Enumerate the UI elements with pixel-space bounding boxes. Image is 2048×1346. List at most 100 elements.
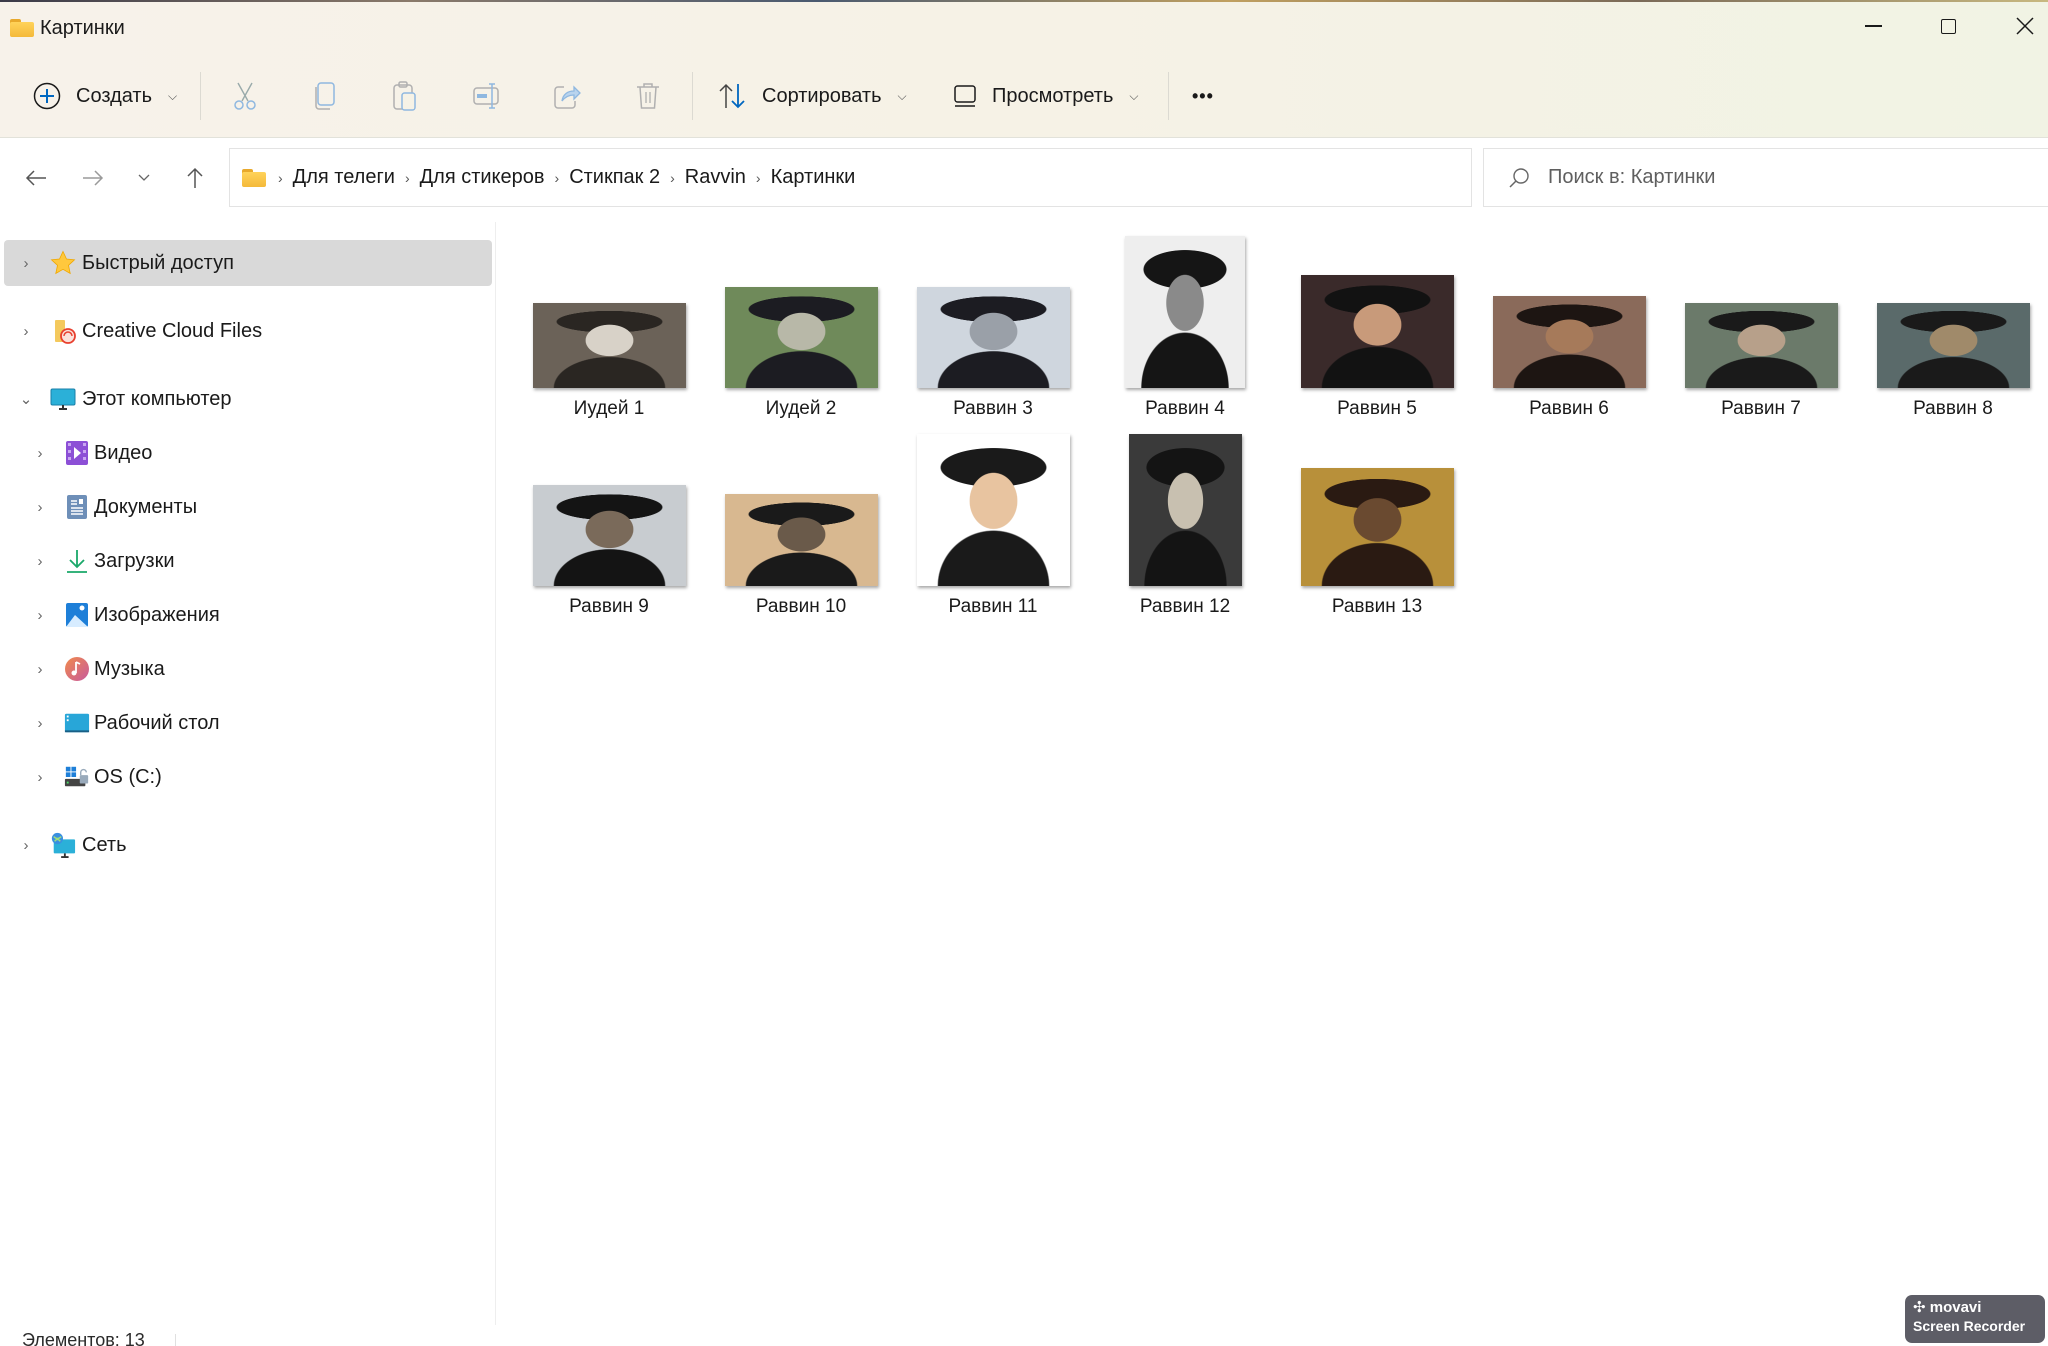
image-thumbnail (1492, 296, 1646, 388)
view-icon (954, 85, 976, 107)
more-icon: ••• (1192, 85, 1214, 106)
star-icon (50, 250, 76, 276)
network-icon (50, 832, 76, 858)
arrow-right-icon (83, 170, 104, 186)
sidebar-item-label: Быстрый доступ (82, 251, 234, 274)
file-name: Раввин 5 (1337, 398, 1417, 419)
pictures-icon (64, 602, 90, 628)
sidebar-item-music[interactable]: › Музыка (4, 646, 492, 692)
image-thumbnail (916, 287, 1070, 388)
address-bar[interactable]: › Для телеги › Для стикеров › Стикпак 2 … (229, 148, 1682, 207)
window-title: Картинки (10, 14, 125, 42)
sidebar-item-os-drive[interactable]: › OS (C:) (4, 754, 492, 800)
rename-button[interactable] (471, 80, 503, 112)
sidebar-item-label: Creative Cloud Files (82, 319, 263, 342)
title-toolbar-area: Картинки Создать ⌵ Сортировать ⌵ Просмот… (0, 2, 2048, 138)
breadcrumb-item[interactable]: Картинки (767, 166, 860, 189)
watermark-brand: movavi (1929, 1299, 1982, 1316)
breadcrumb-item[interactable]: Для телеги (289, 166, 399, 189)
sidebar-item-quick-access[interactable]: › Быстрый доступ (4, 240, 492, 286)
drive-icon (64, 764, 90, 790)
delete-button[interactable] (632, 80, 664, 112)
file-name: Иудей 2 (765, 398, 837, 419)
search-icon (1506, 165, 1532, 191)
create-label: Создать (76, 84, 153, 107)
breadcrumb-item[interactable]: Ravvin (681, 166, 750, 189)
sort-button[interactable]: Сортировать ⌵ (718, 64, 907, 128)
chevron-down-icon[interactable]: ⌄ (16, 390, 36, 408)
image-thumbnail (724, 287, 878, 388)
chevron-right-icon: › (278, 169, 283, 186)
breadcrumb-item[interactable]: Для стикеров (416, 166, 549, 189)
desktop-icon (64, 710, 90, 736)
sidebar-item-this-pc[interactable]: ⌄ Этот компьютер (4, 376, 492, 422)
image-thumbnail (1876, 303, 2030, 388)
chevron-right-icon[interactable]: › (16, 255, 36, 272)
sort-icon (719, 83, 745, 109)
creative-cloud-folder-icon (52, 318, 78, 344)
chevron-right-icon: › (755, 169, 761, 186)
image-thumbnail (1300, 468, 1454, 586)
file-name: Раввин 7 (1721, 398, 1801, 419)
chevron-right-icon: › (670, 169, 675, 186)
sidebar-item-documents[interactable]: › Документы (4, 484, 492, 530)
chevron-right-icon[interactable]: › (30, 607, 50, 624)
image-thumbnail (916, 434, 1070, 586)
sidebar-item-network[interactable]: › Сеть (4, 822, 492, 868)
sidebar-item-pictures[interactable]: › Изображения (4, 592, 492, 638)
chevron-right-icon[interactable]: › (16, 837, 36, 854)
sidebar-item-creative-cloud[interactable]: › Creative Cloud Files (4, 308, 492, 354)
sidebar-item-videos[interactable]: › Видео (4, 430, 492, 476)
chevron-right-icon[interactable]: › (16, 323, 36, 340)
paste-button[interactable] (389, 80, 421, 112)
screen-recorder-watermark: ✣ movavi Screen Recorder (1905, 1295, 2045, 1343)
status-divider (175, 1334, 176, 1346)
share-button[interactable] (551, 80, 583, 112)
chevron-right-icon[interactable]: › (30, 553, 50, 570)
search-input[interactable] (1548, 166, 2028, 189)
delete-icon (637, 83, 659, 109)
maximize-button[interactable] (1913, 4, 1983, 48)
sidebar-item-label: Документы (94, 495, 198, 518)
copy-button[interactable] (309, 80, 341, 112)
chevron-right-icon[interactable]: › (30, 499, 50, 516)
chevron-down-icon: ⌵ (897, 88, 907, 103)
chevron-right-icon[interactable]: › (30, 445, 50, 462)
folder-icon (10, 19, 34, 37)
minimize-button[interactable] (1838, 4, 1908, 48)
watermark-product: Screen Recorder (1913, 1318, 2026, 1334)
chevron-right-icon[interactable]: › (30, 769, 50, 786)
image-thumbnail (1684, 303, 1838, 388)
chevron-right-icon[interactable]: › (30, 661, 50, 678)
sidebar-item-downloads[interactable]: › Загрузки (4, 538, 492, 584)
forward-button[interactable] (75, 160, 111, 196)
create-button[interactable]: Создать ⌵ (32, 64, 177, 128)
more-options-button[interactable]: ••• (1192, 64, 1214, 128)
plus-circle-icon (33, 82, 61, 110)
file-name: Раввин 4 (1145, 398, 1225, 419)
breadcrumb-item[interactable]: Стикпак 2 (565, 166, 664, 189)
sidebar-item-desktop[interactable]: › Рабочий стол (4, 700, 492, 746)
command-bar: Создать ⌵ Сортировать ⌵ Просмотреть ⌵ ••… (0, 64, 2048, 128)
back-button[interactable] (18, 160, 54, 196)
search-box[interactable] (1483, 148, 2048, 207)
cut-button[interactable] (229, 80, 261, 112)
documents-icon (64, 494, 90, 520)
view-button[interactable]: Просмотреть ⌵ (952, 64, 1139, 128)
music-icon (64, 656, 90, 682)
file-name: Раввин 6 (1529, 398, 1609, 419)
close-button[interactable] (1990, 4, 2048, 48)
chevron-down-icon: ⌵ (168, 88, 178, 103)
view-label: Просмотреть (992, 84, 1114, 107)
chevron-right-icon[interactable]: › (30, 715, 50, 732)
maximize-icon (1940, 18, 1956, 34)
file-name: Раввин 11 (948, 596, 1038, 617)
up-button[interactable] (177, 160, 213, 196)
image-thumbnail (1300, 275, 1454, 388)
pane-divider (495, 222, 496, 1325)
image-thumbnail (532, 303, 686, 388)
copy-icon (315, 82, 335, 110)
image-thumbnail (1125, 236, 1245, 388)
toolbar-divider (200, 72, 201, 120)
recent-locations-button[interactable] (126, 160, 162, 196)
